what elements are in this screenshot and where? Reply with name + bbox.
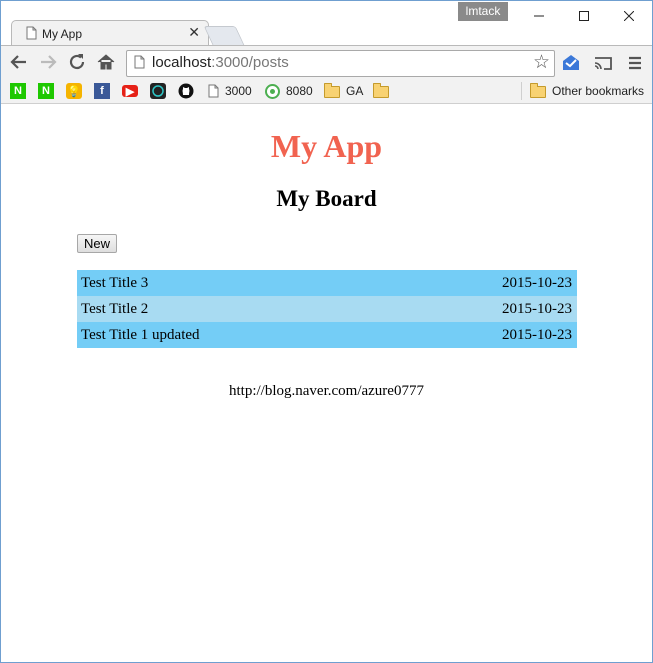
app-title: My App <box>270 128 383 164</box>
table-row[interactable]: Test Title 1 updated 2015-10-23 <box>77 322 577 348</box>
table-row[interactable]: Test Title 2 2015-10-23 <box>77 296 577 322</box>
url-host: localhost <box>152 54 212 71</box>
app-circle-icon <box>150 83 166 99</box>
page-icon <box>134 55 145 69</box>
close-icon <box>624 11 634 21</box>
reload-icon[interactable] <box>66 51 88 73</box>
menu-icon[interactable] <box>625 53 645 73</box>
q-icon <box>265 83 280 99</box>
bookmark-label: 3000 <box>225 84 252 98</box>
inbox-extension-icon[interactable] <box>561 53 581 73</box>
post-date: 2015-10-23 <box>502 301 572 317</box>
page-content: My App My Board New Test Title 3 2015-10… <box>1 104 652 662</box>
footer-link[interactable]: http://blog.naver.com/azure0777 <box>1 383 652 400</box>
home-icon[interactable] <box>95 51 117 73</box>
cast-icon[interactable] <box>593 53 613 73</box>
board-title: My Board <box>276 186 377 211</box>
browser-toolbar: localhost:3000/posts ☆ <box>1 45 652 80</box>
new-post-button[interactable]: New <box>77 234 118 253</box>
post-title[interactable]: Test Title 3 <box>81 270 148 296</box>
lightbulb-icon: 💡 <box>66 83 82 99</box>
naver-n-green-icon: N <box>38 83 54 99</box>
post-date: 2015-10-23 <box>502 275 572 291</box>
title-bar: My App ✕ lmtack <box>1 1 652 47</box>
page-icon <box>208 84 219 98</box>
browser-tab[interactable]: My App ✕ <box>11 20 209 47</box>
bookmark-github[interactable] <box>178 83 194 99</box>
posts-table: Test Title 3 2015-10-23 Test Title 2 201… <box>77 270 577 348</box>
folder-icon <box>373 83 389 98</box>
bookmarks-separator <box>521 82 522 100</box>
other-bookmarks-label: Other bookmarks <box>552 84 645 98</box>
bookmark-8080[interactable]: 8080 <box>265 83 313 99</box>
bookmark-app[interactable] <box>150 83 166 99</box>
new-tab-button[interactable] <box>203 26 245 45</box>
forward-icon[interactable] <box>37 51 59 73</box>
youtube-icon: ▶ <box>122 85 138 98</box>
bookmark-youtube[interactable]: ▶ <box>122 83 138 99</box>
bookmark-label: 8080 <box>286 84 313 98</box>
url-path: :3000/posts <box>211 54 289 71</box>
bookmarks-bar: N N 💡 f ▶ 3000 8080 GA Other bookmarks <box>1 79 652 104</box>
bookmark-lightbulb[interactable]: 💡 <box>66 83 82 99</box>
other-bookmarks[interactable]: Other bookmarks <box>530 83 644 99</box>
close-tab-icon[interactable]: ✕ <box>188 24 200 41</box>
maximize-icon <box>579 11 589 21</box>
facebook-icon: f <box>94 83 110 99</box>
table-row[interactable]: Test Title 3 2015-10-23 <box>77 270 577 296</box>
post-date: 2015-10-23 <box>502 327 572 343</box>
url-text: localhost:3000/posts <box>152 51 289 75</box>
document-icon <box>26 26 37 40</box>
bookmark-folder[interactable] <box>373 83 389 99</box>
bookmark-3000[interactable]: 3000 <box>208 83 252 99</box>
minimize-icon <box>534 15 544 17</box>
post-title[interactable]: Test Title 2 <box>81 296 148 322</box>
bookmark-label: GA <box>346 84 364 98</box>
bookmark-folder-ga[interactable]: GA <box>324 83 363 99</box>
back-icon[interactable] <box>8 51 30 73</box>
profile-badge[interactable]: lmtack <box>458 2 508 21</box>
tab-title: My App <box>42 27 83 41</box>
folder-icon <box>530 83 546 98</box>
bookmark-naver-2[interactable]: N <box>38 83 54 99</box>
maximize-button[interactable] <box>561 1 607 31</box>
bookmark-star-icon[interactable]: ☆ <box>533 51 550 75</box>
browser-window: My App ✕ lmtack localhost:3000/posts ☆ N… <box>0 0 653 663</box>
post-title[interactable]: Test Title 1 updated <box>81 322 200 348</box>
minimize-button[interactable] <box>516 1 562 31</box>
bookmark-facebook[interactable]: f <box>94 83 110 99</box>
github-icon <box>178 83 194 99</box>
naver-n-green-icon: N <box>10 83 26 99</box>
bookmark-naver-1[interactable]: N <box>10 83 26 99</box>
folder-icon <box>324 83 340 98</box>
close-window-button[interactable] <box>606 1 652 31</box>
address-bar[interactable]: localhost:3000/posts ☆ <box>126 50 555 77</box>
